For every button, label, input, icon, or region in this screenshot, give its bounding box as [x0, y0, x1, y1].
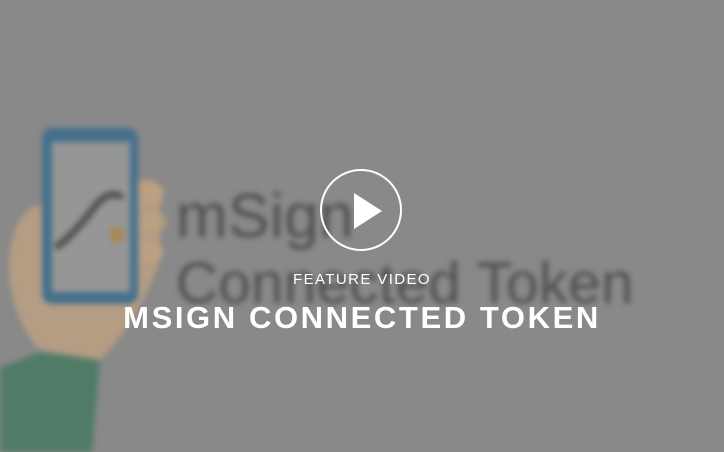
video-card[interactable]: mSign Connected Token FEATURE VIDEO MSIG…: [0, 0, 724, 452]
video-title: MSIGN CONNECTED TOKEN: [123, 300, 601, 335]
play-icon: [354, 193, 382, 229]
play-button[interactable]: [320, 169, 402, 251]
video-kicker: FEATURE VIDEO: [293, 271, 431, 288]
